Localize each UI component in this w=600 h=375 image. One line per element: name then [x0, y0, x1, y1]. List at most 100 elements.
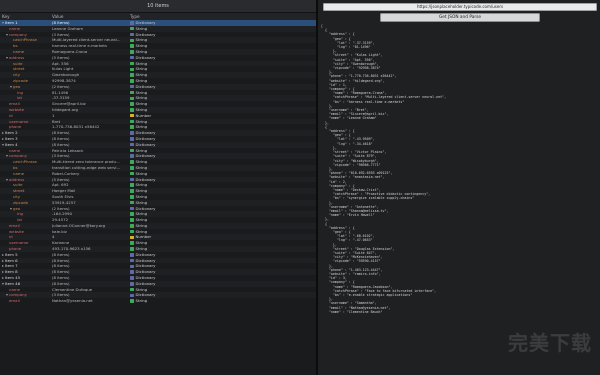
dictionary-type-icon — [130, 264, 134, 269]
row-key-label: lng — [17, 89, 24, 95]
row-key-label: Item 6 — [5, 257, 18, 263]
get-json-button[interactable]: Get JSON and Parse — [380, 13, 540, 22]
string-type-icon — [130, 44, 134, 48]
row-key-label: city — [13, 72, 21, 78]
string-type-icon — [130, 218, 134, 222]
string-type-icon — [130, 224, 134, 228]
string-type-icon — [130, 299, 134, 303]
row-key-label: geo — [13, 205, 21, 211]
row-key-label: geo — [13, 83, 21, 89]
string-type-icon — [130, 119, 134, 124]
row-key-label: lat — [17, 217, 22, 223]
watermark: 完美下载 — [508, 331, 592, 355]
string-type-icon — [130, 195, 134, 199]
dictionary-type-icon — [130, 137, 134, 141]
row-key-label: name — [9, 286, 21, 292]
row-key-label: catchPhrase — [13, 37, 37, 43]
row-type: String — [130, 298, 190, 304]
row-key-label: phone — [9, 124, 22, 130]
string-type-icon — [130, 229, 134, 234]
url-input[interactable]: https://jsonplaceholder.typicode.com/use… — [323, 3, 597, 11]
dictionary-type-icon — [130, 293, 134, 298]
row-key-label: company — [9, 153, 27, 159]
row-value: Nathan@yesenia.net — [52, 298, 93, 304]
row-key-label: name — [13, 170, 25, 176]
dictionary-type-icon — [130, 154, 134, 158]
string-type-icon — [130, 38, 134, 43]
row-key: email — [0, 298, 52, 304]
row-key-label: Item 3 — [5, 135, 18, 141]
row-key-label: zipcode — [13, 199, 28, 205]
number-type-icon — [130, 235, 134, 240]
string-type-icon — [130, 73, 134, 77]
string-type-icon — [130, 125, 134, 129]
json-text-view[interactable]: [ { "address" : { "geo" : { "lat" : "-37… — [321, 24, 597, 314]
dictionary-type-icon — [130, 206, 134, 211]
row-key-label: username — [9, 118, 29, 124]
row-key-label: Item 46 — [5, 280, 21, 286]
row-key-label: suite — [13, 60, 23, 66]
row-key-label: name — [9, 147, 21, 153]
row-key-label: Item 45 — [5, 275, 21, 281]
string-type-icon — [130, 102, 134, 106]
row-key-label: id — [9, 234, 13, 240]
string-type-icon — [130, 183, 134, 187]
row-key-label: Item 5 — [5, 251, 18, 257]
json-panel: https://jsonplaceholder.typicode.com/use… — [318, 0, 600, 375]
dictionary-type-icon — [130, 270, 134, 274]
string-type-icon — [130, 287, 134, 292]
string-type-icon — [130, 79, 134, 83]
string-type-icon — [130, 90, 134, 95]
row-key-label: email — [9, 101, 20, 107]
row-key-label: company — [9, 31, 27, 37]
row-key-label: email — [9, 298, 20, 304]
string-type-icon — [130, 50, 134, 54]
string-type-icon — [130, 247, 134, 251]
column-value-header[interactable]: Value — [52, 14, 130, 19]
row-key-label: Item 8 — [5, 269, 18, 275]
row-key-label: address — [9, 54, 25, 60]
app-window: 10 items Key Value Type ▾Item 1 (8 items)… — [0, 0, 600, 375]
row-key-label: lat — [17, 95, 22, 101]
row-key-label: phone — [9, 246, 22, 252]
window-title: 10 items — [0, 0, 316, 13]
string-type-icon — [130, 96, 134, 100]
dictionary-type-icon — [130, 32, 134, 37]
string-type-icon — [130, 241, 134, 245]
dictionary-type-icon — [130, 276, 134, 280]
dictionary-type-icon — [130, 282, 134, 286]
row-key-label: username — [9, 240, 29, 246]
row-key-label: Item 2 — [5, 130, 18, 136]
dictionary-type-icon — [130, 253, 134, 257]
row-key-label: name — [13, 48, 25, 54]
row-key-label: Item 7 — [5, 263, 18, 269]
column-key-header[interactable]: Key — [0, 14, 52, 19]
row-key-label: catchPhrase — [13, 159, 37, 165]
string-type-icon — [130, 171, 134, 176]
column-type-header[interactable]: Type — [130, 14, 190, 19]
row-key-label: lng — [17, 211, 24, 217]
row-key-label: Item 4 — [5, 141, 18, 147]
dictionary-type-icon — [130, 142, 134, 147]
string-type-icon — [130, 212, 134, 216]
row-key-label: name — [9, 25, 21, 31]
dictionary-type-icon — [130, 21, 134, 25]
string-type-icon — [130, 108, 134, 112]
outline-panel: 10 items Key Value Type ▾Item 1 (8 items)… — [0, 0, 316, 375]
dictionary-type-icon — [130, 177, 134, 182]
row-key-label: city — [13, 193, 21, 199]
string-type-icon — [130, 200, 134, 205]
row-key-label: email — [9, 222, 20, 228]
string-type-icon — [130, 26, 134, 31]
number-type-icon — [130, 113, 134, 118]
row-type-label: String — [135, 298, 148, 304]
string-type-icon — [130, 61, 134, 66]
string-type-icon — [130, 67, 134, 72]
row-key-label: bs — [13, 43, 18, 49]
string-type-icon — [130, 148, 134, 153]
row-key-label: website — [9, 106, 25, 112]
row-key-label: suite — [13, 182, 23, 188]
row-key-label: website — [9, 228, 25, 234]
row-key-label: street — [13, 66, 25, 72]
outline-row[interactable]: email Nathan@yesenia.net String — [0, 298, 316, 304]
